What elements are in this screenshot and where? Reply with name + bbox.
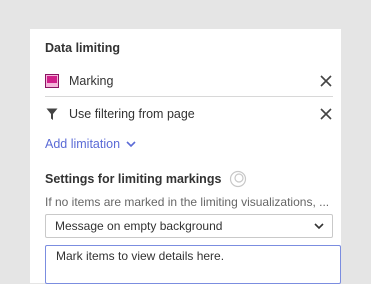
chevron-down-icon — [126, 140, 136, 148]
empty-marking-behavior-select[interactable]: Message on empty background — [45, 214, 333, 238]
filter-funnel-icon — [45, 107, 59, 121]
limitation-label: Marking — [69, 74, 114, 88]
limitation-label: Use filtering from page — [69, 107, 195, 121]
empty-message-textarea[interactable]: Mark items to view details here. — [45, 245, 341, 284]
settings-title: Settings for limiting markings — [45, 172, 222, 186]
data-limiting-panel: Data limiting Marking Use filtering from… — [30, 29, 341, 284]
chevron-down-icon — [314, 222, 324, 230]
limitation-row-marking: Marking — [45, 66, 333, 96]
divider — [45, 96, 333, 97]
close-icon — [320, 75, 332, 87]
add-limitation-label: Add limitation — [45, 137, 121, 151]
remove-filtering-limitation-button[interactable] — [319, 107, 333, 121]
add-limitation-button[interactable]: Add limitation — [45, 137, 136, 151]
select-value: Message on empty background — [55, 219, 223, 233]
settings-hint: If no items are marked in the limiting v… — [45, 195, 330, 209]
section-title: Data limiting — [45, 41, 121, 55]
help-icon[interactable] — [229, 170, 247, 188]
settings-heading: Settings for limiting markings — [45, 170, 247, 188]
remove-marking-limitation-button[interactable] — [319, 74, 333, 88]
close-icon — [320, 108, 332, 120]
marking-swatch-icon — [45, 74, 59, 88]
limitation-row-filtering: Use filtering from page — [45, 99, 333, 129]
